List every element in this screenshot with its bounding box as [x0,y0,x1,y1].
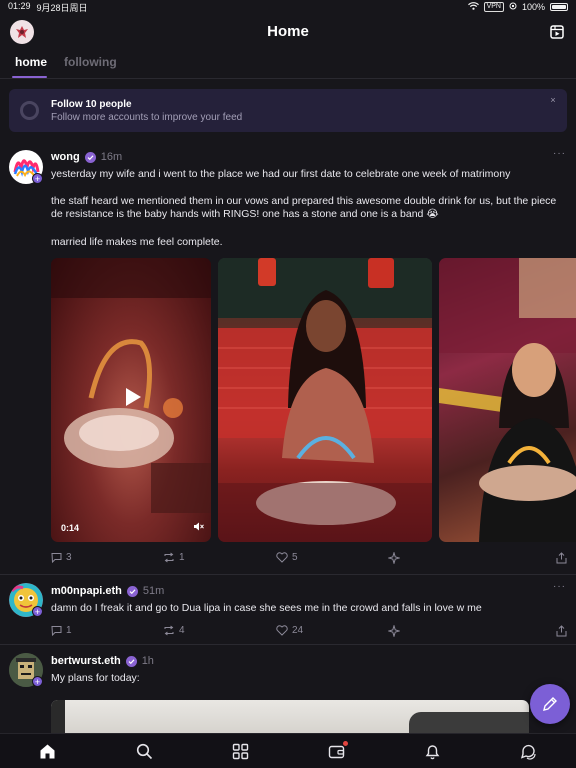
nav-home[interactable] [38,742,56,760]
active-tab-indicator [12,76,47,78]
close-button[interactable]: × [546,93,560,107]
battery-level [552,5,566,9]
onboarding-title: Follow 10 people [51,99,132,110]
cast-author[interactable]: m00npapi.eth [51,585,122,597]
progress-ring-icon [20,101,39,120]
app-header: Home [0,14,576,50]
reply-button[interactable]: 1 [51,625,72,636]
follow-plus-icon[interactable]: + [32,676,43,687]
share-icon [556,552,567,564]
onboarding-subtitle: Follow more accounts to improve your fee… [51,112,243,123]
page-title: Home [267,23,309,40]
nav-search[interactable] [135,742,153,760]
messages-icon [520,744,536,760]
tab-following[interactable]: following [64,55,117,69]
nav-notifications[interactable] [423,742,441,760]
cast-author[interactable]: bertwurst.eth [51,655,121,667]
like-button[interactable]: 24 [276,625,303,636]
orientation-lock-icon [509,2,517,12]
cast-time: 1h [141,655,154,667]
bottom-nav [0,733,576,768]
cast-item[interactable]: + bertwurst.eth 1h My plans for today: [0,645,576,745]
cast-time: 16m [100,151,123,163]
wallet-icon [328,745,344,758]
media-carousel[interactable]: 0:14 [51,258,576,543]
explore-grid-icon [232,743,248,759]
more-options-icon[interactable]: ··· [553,148,566,159]
follow-plus-icon[interactable]: + [32,173,43,184]
cast-item[interactable]: + wong 16m ··· yesterday my wife and i w… [0,140,576,575]
cast-text-line: the staff heard we mentioned them in our… [51,195,557,220]
play-icon[interactable] [119,384,145,410]
video-thumbnail[interactable]: 0:14 [51,258,211,542]
reply-count: 3 [66,552,72,563]
battery-percent: 100% [521,2,545,12]
cast-item[interactable]: + m00npapi.eth 51m ··· damn do I freak i… [0,575,576,645]
status-date: 9月28日周日 [36,2,88,13]
cast-text: damn do I freak it and go to Dua lipa in… [51,602,482,614]
reply-icon [51,626,62,636]
compose-button[interactable] [530,684,570,724]
tip-icon [388,625,400,637]
share-button[interactable] [556,625,567,637]
nav-wallet[interactable] [327,741,348,760]
verified-badge-icon [125,655,137,667]
more-options-icon[interactable]: ··· [553,581,566,592]
mute-icon[interactable] [194,522,204,533]
photo-man-image [439,258,576,542]
cast-text-line: yesterday my wife and i went to the plac… [51,168,511,180]
cast-actions: 3 1 5 [51,552,576,566]
notification-dot [343,741,348,746]
tab-home[interactable]: home [15,55,47,69]
photo-thumbnail[interactable] [439,258,576,542]
share-icon [556,625,567,637]
frames-icon [550,25,564,39]
nav-explore[interactable] [231,742,249,760]
status-bar: 01:29 9月28日周日 VPN 100% [0,0,576,14]
wifi-icon [467,2,479,12]
search-icon [136,743,152,759]
recast-count: 4 [179,625,185,636]
recast-icon [164,552,174,563]
feed: + wong 16m ··· yesterday my wife and i w… [0,140,576,745]
like-count: 24 [292,625,304,636]
verified-badge-icon [126,585,138,597]
onboarding-card[interactable]: Follow 10 people Follow more accounts to… [9,89,567,132]
frames-button[interactable] [548,23,566,41]
verified-badge-icon [84,151,96,163]
cast-text-line: married life makes me feel complete. [51,236,223,248]
reply-icon [51,553,62,563]
recast-button[interactable]: 1 [163,552,185,563]
bell-icon [425,744,439,759]
vpn-badge: VPN [483,2,504,12]
recast-icon [164,625,174,636]
cast-author[interactable]: wong [51,151,80,163]
photo-thumbnail[interactable] [218,258,432,542]
follow-plus-icon[interactable]: + [32,606,43,617]
reply-button[interactable]: 3 [51,552,72,563]
video-duration: 0:14 [61,523,80,533]
like-count: 5 [292,552,298,563]
status-time: 01:29 [8,0,31,11]
pencil-icon [543,697,557,711]
battery-icon [550,3,568,11]
tip-button[interactable] [388,552,400,564]
recast-button[interactable]: 4 [163,625,185,636]
like-button[interactable]: 5 [276,552,298,563]
tip-button[interactable] [388,625,400,637]
heart-icon [276,625,288,636]
photo-woman-image [218,258,432,542]
cast-actions: 1 4 24 [51,625,576,639]
home-icon [40,744,54,758]
feed-tabs: home following [0,52,576,79]
recast-count: 1 [179,552,185,563]
reply-count: 1 [66,625,72,636]
share-button[interactable] [556,552,567,564]
nav-messages[interactable] [519,742,537,760]
cast-text: My plans for today: [51,672,140,684]
tip-icon [388,552,400,564]
cast-time: 51m [142,585,165,597]
heart-icon [276,552,288,563]
